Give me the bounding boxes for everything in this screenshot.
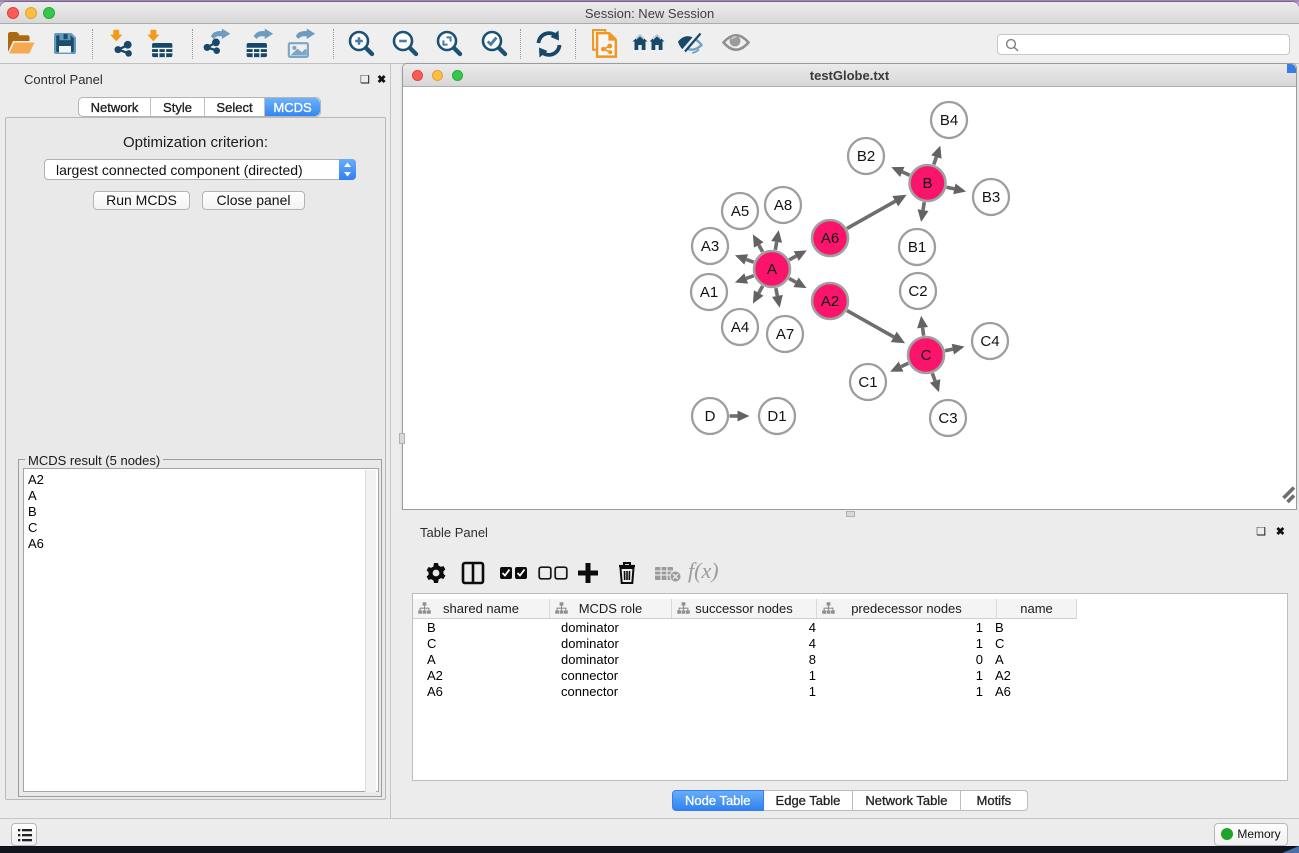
svg-text:A4: A4: [731, 319, 749, 336]
svg-text:C4: C4: [980, 333, 999, 350]
svg-text:A2: A2: [821, 293, 839, 310]
svg-text:B: B: [922, 175, 932, 192]
svg-text:D: D: [705, 408, 716, 425]
svg-text:C2: C2: [908, 283, 927, 300]
svg-text:A: A: [767, 261, 777, 278]
svg-text:A1: A1: [700, 284, 718, 301]
svg-text:B2: B2: [857, 148, 875, 165]
svg-text:A6: A6: [821, 230, 839, 247]
svg-text:B3: B3: [982, 189, 1000, 206]
svg-text:C3: C3: [938, 410, 957, 427]
svg-text:A5: A5: [731, 203, 749, 220]
svg-text:C: C: [921, 347, 932, 364]
svg-text:C1: C1: [858, 374, 877, 391]
svg-text:B4: B4: [940, 112, 958, 129]
svg-text:A3: A3: [701, 238, 719, 255]
svg-text:D1: D1: [767, 408, 786, 425]
svg-text:B1: B1: [908, 239, 926, 256]
svg-text:A7: A7: [776, 326, 794, 343]
svg-text:A8: A8: [774, 197, 792, 214]
